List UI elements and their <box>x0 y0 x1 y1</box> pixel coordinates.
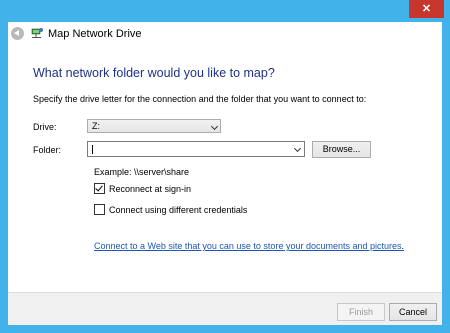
credentials-option[interactable]: Connect using different credentials <box>94 204 247 215</box>
drive-select-value: Z: <box>92 121 100 131</box>
drive-label: Drive: <box>33 122 57 132</box>
chevron-down-icon <box>210 122 219 131</box>
link-period: . <box>401 241 405 251</box>
web-storage-link-row: Connect to a Web site that you can use t… <box>94 241 404 251</box>
folder-input[interactable] <box>94 143 284 155</box>
finish-button[interactable]: Finish <box>337 303 385 321</box>
example-text: Example: \\server\share <box>94 167 190 177</box>
chevron-down-icon[interactable] <box>293 144 302 153</box>
title-bar[interactable]: ✕ <box>0 0 450 22</box>
dialog-header: Map Network Drive <box>8 22 442 48</box>
dialog-title: Map Network Drive <box>48 28 142 40</box>
web-storage-link[interactable]: Connect to a Web site that you can use t… <box>94 241 402 251</box>
text-caret <box>92 145 93 154</box>
reconnect-option[interactable]: Reconnect at sign-in <box>94 183 191 194</box>
folder-combobox[interactable] <box>87 141 305 157</box>
instructions-text: Specify the drive letter for the connect… <box>33 94 367 104</box>
credentials-label: Connect using different credentials <box>109 205 248 215</box>
close-button[interactable]: ✕ <box>409 0 444 18</box>
dialog-client-area: Map Network Drive What network folder wo… <box>8 22 442 325</box>
close-icon: ✕ <box>421 3 432 15</box>
map-network-drive-window: ✕ Map Network Drive What network folder … <box>0 0 450 333</box>
dialog-footer: Finish Cancel <box>8 292 442 325</box>
cancel-button[interactable]: Cancel <box>389 303 437 321</box>
credentials-checkbox[interactable] <box>94 204 105 215</box>
folder-label: Folder: <box>33 145 62 155</box>
reconnect-label: Reconnect at sign-in <box>109 184 192 194</box>
browse-button[interactable]: Browse... <box>312 141 371 158</box>
drive-select[interactable]: Z: <box>87 119 221 133</box>
page-heading: What network folder would you like to ma… <box>33 66 275 80</box>
network-drive-icon <box>31 28 43 38</box>
back-arrow-icon[interactable] <box>11 27 24 40</box>
reconnect-checkbox[interactable] <box>94 183 105 194</box>
